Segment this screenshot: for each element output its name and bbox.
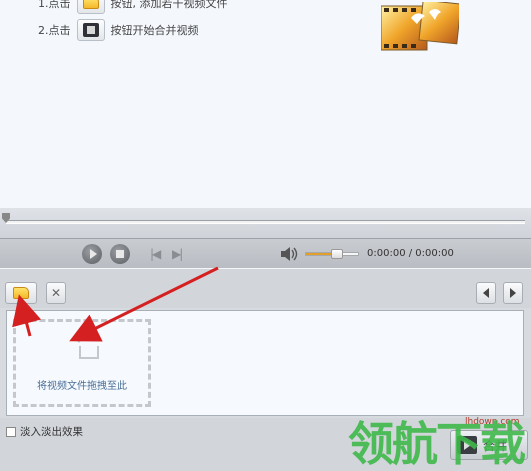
step1-prefix: 1.点击 (38, 0, 71, 10)
time-readout: 0:00:00 / 0:00:00 (367, 248, 454, 259)
play-button[interactable] (82, 244, 102, 264)
move-left-button[interactable] (476, 282, 496, 304)
step1-suffix: 按钮, 添加若干视频文件 (110, 0, 228, 10)
step1-folder-icon (76, 0, 105, 14)
file-list-panel[interactable]: 将视频文件拖拽至此 (6, 310, 524, 416)
fade-label: 淡入淡出效果 (20, 426, 83, 438)
play-icon (89, 249, 97, 259)
merge-label: 合并 (483, 438, 508, 453)
volume-icon[interactable] (280, 246, 298, 262)
merge-button[interactable]: 合并 (450, 430, 528, 460)
step2-film-icon (76, 19, 105, 41)
volume-slider[interactable] (305, 249, 359, 259)
folder-icon (13, 287, 29, 299)
move-right-button[interactable] (503, 282, 523, 304)
fade-checkbox[interactable] (6, 427, 16, 437)
stop-button[interactable] (110, 244, 130, 264)
watermark-url: lhdown.com (465, 417, 520, 427)
drop-hint: 将视频文件拖拽至此 (37, 381, 127, 392)
file-toolbar: ✕ (0, 280, 531, 308)
stop-icon (116, 250, 124, 258)
arrow-left-icon (483, 288, 489, 298)
drag-drop-icon (76, 335, 99, 359)
filmstrip-logo-icon (381, 2, 459, 51)
bottom-bar: 淡入淡出效果 合并 (0, 418, 531, 471)
arrow-right-icon (510, 288, 516, 298)
previous-track-icon[interactable]: |◀ (150, 247, 161, 261)
timeline-slider[interactable] (0, 208, 531, 238)
remove-file-button[interactable]: ✕ (46, 282, 66, 304)
drop-zone[interactable]: 将视频文件拖拽至此 (13, 319, 151, 407)
preview-area: 1.点击 按钮, 添加若干视频文件 2.点击 按钮开始合并视频 (0, 0, 531, 208)
player-controls: |◀ ▶| 0:00:00 / 0:00:00 (0, 238, 531, 268)
close-icon: ✕ (50, 286, 62, 300)
merge-film-icon (457, 436, 477, 454)
next-track-icon[interactable]: ▶| (172, 247, 183, 261)
timeline-track[interactable] (6, 220, 525, 224)
instruction-step-1: 1.点击 按钮, 添加若干视频文件 (38, 0, 228, 14)
divider (0, 268, 531, 280)
volume-thumb[interactable] (331, 249, 344, 259)
add-files-button[interactable] (5, 282, 37, 304)
step2-suffix: 按钮开始合并视频 (110, 24, 199, 37)
step2-prefix: 2.点击 (38, 24, 71, 37)
instruction-step-2: 2.点击 按钮开始合并视频 (38, 19, 199, 41)
